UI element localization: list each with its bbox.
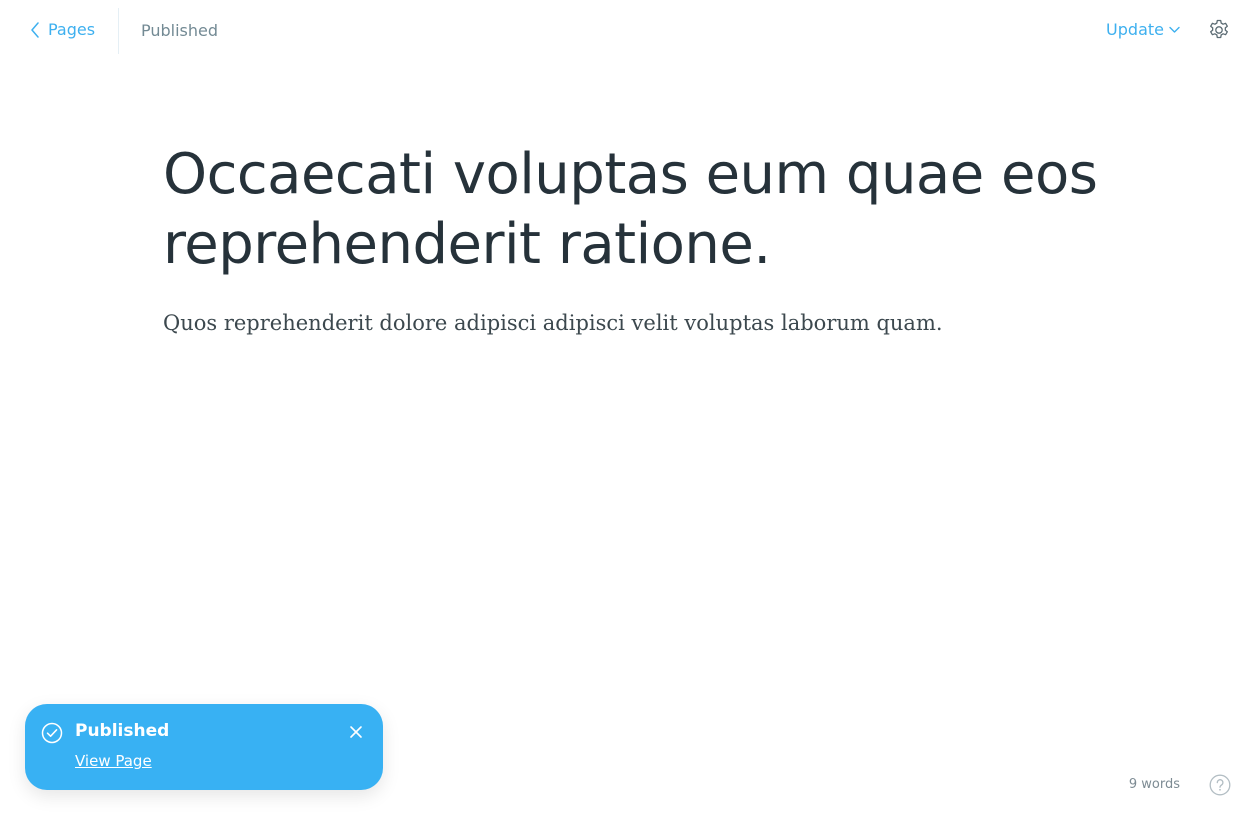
post-body[interactable]: Quos reprehenderit dolore adipisci adipi… (163, 306, 1123, 340)
notification-title: Published (75, 721, 170, 741)
update-button[interactable]: Update (1106, 20, 1180, 39)
view-page-link[interactable]: View Page (75, 752, 152, 770)
settings-button[interactable] (1207, 18, 1231, 42)
published-notification: Published View Page (25, 704, 383, 790)
gear-icon (1210, 19, 1228, 39)
back-to-pages-link[interactable]: Pages (30, 20, 95, 39)
editor-page: Pages Published Update Occaecati volupta… (0, 0, 1250, 825)
chevron-down-icon (1169, 26, 1180, 33)
update-button-label: Update (1106, 20, 1164, 39)
check-circle-icon (41, 722, 63, 744)
post-status: Published (141, 21, 219, 40)
header-divider (118, 8, 119, 54)
word-count: 9 words (1128, 777, 1180, 792)
post-title[interactable]: Occaecati voluptas eum quae eos reprehen… (163, 140, 1123, 280)
back-link-label: Pages (48, 20, 96, 39)
chevron-left-icon (31, 21, 39, 38)
question-circle-icon (1209, 774, 1231, 796)
editor-header: Pages Published Update (0, 0, 1250, 62)
post-editor: Occaecati voluptas eum quae eos reprehen… (163, 140, 1123, 340)
help-button[interactable] (1209, 774, 1231, 796)
close-icon[interactable] (349, 725, 363, 739)
